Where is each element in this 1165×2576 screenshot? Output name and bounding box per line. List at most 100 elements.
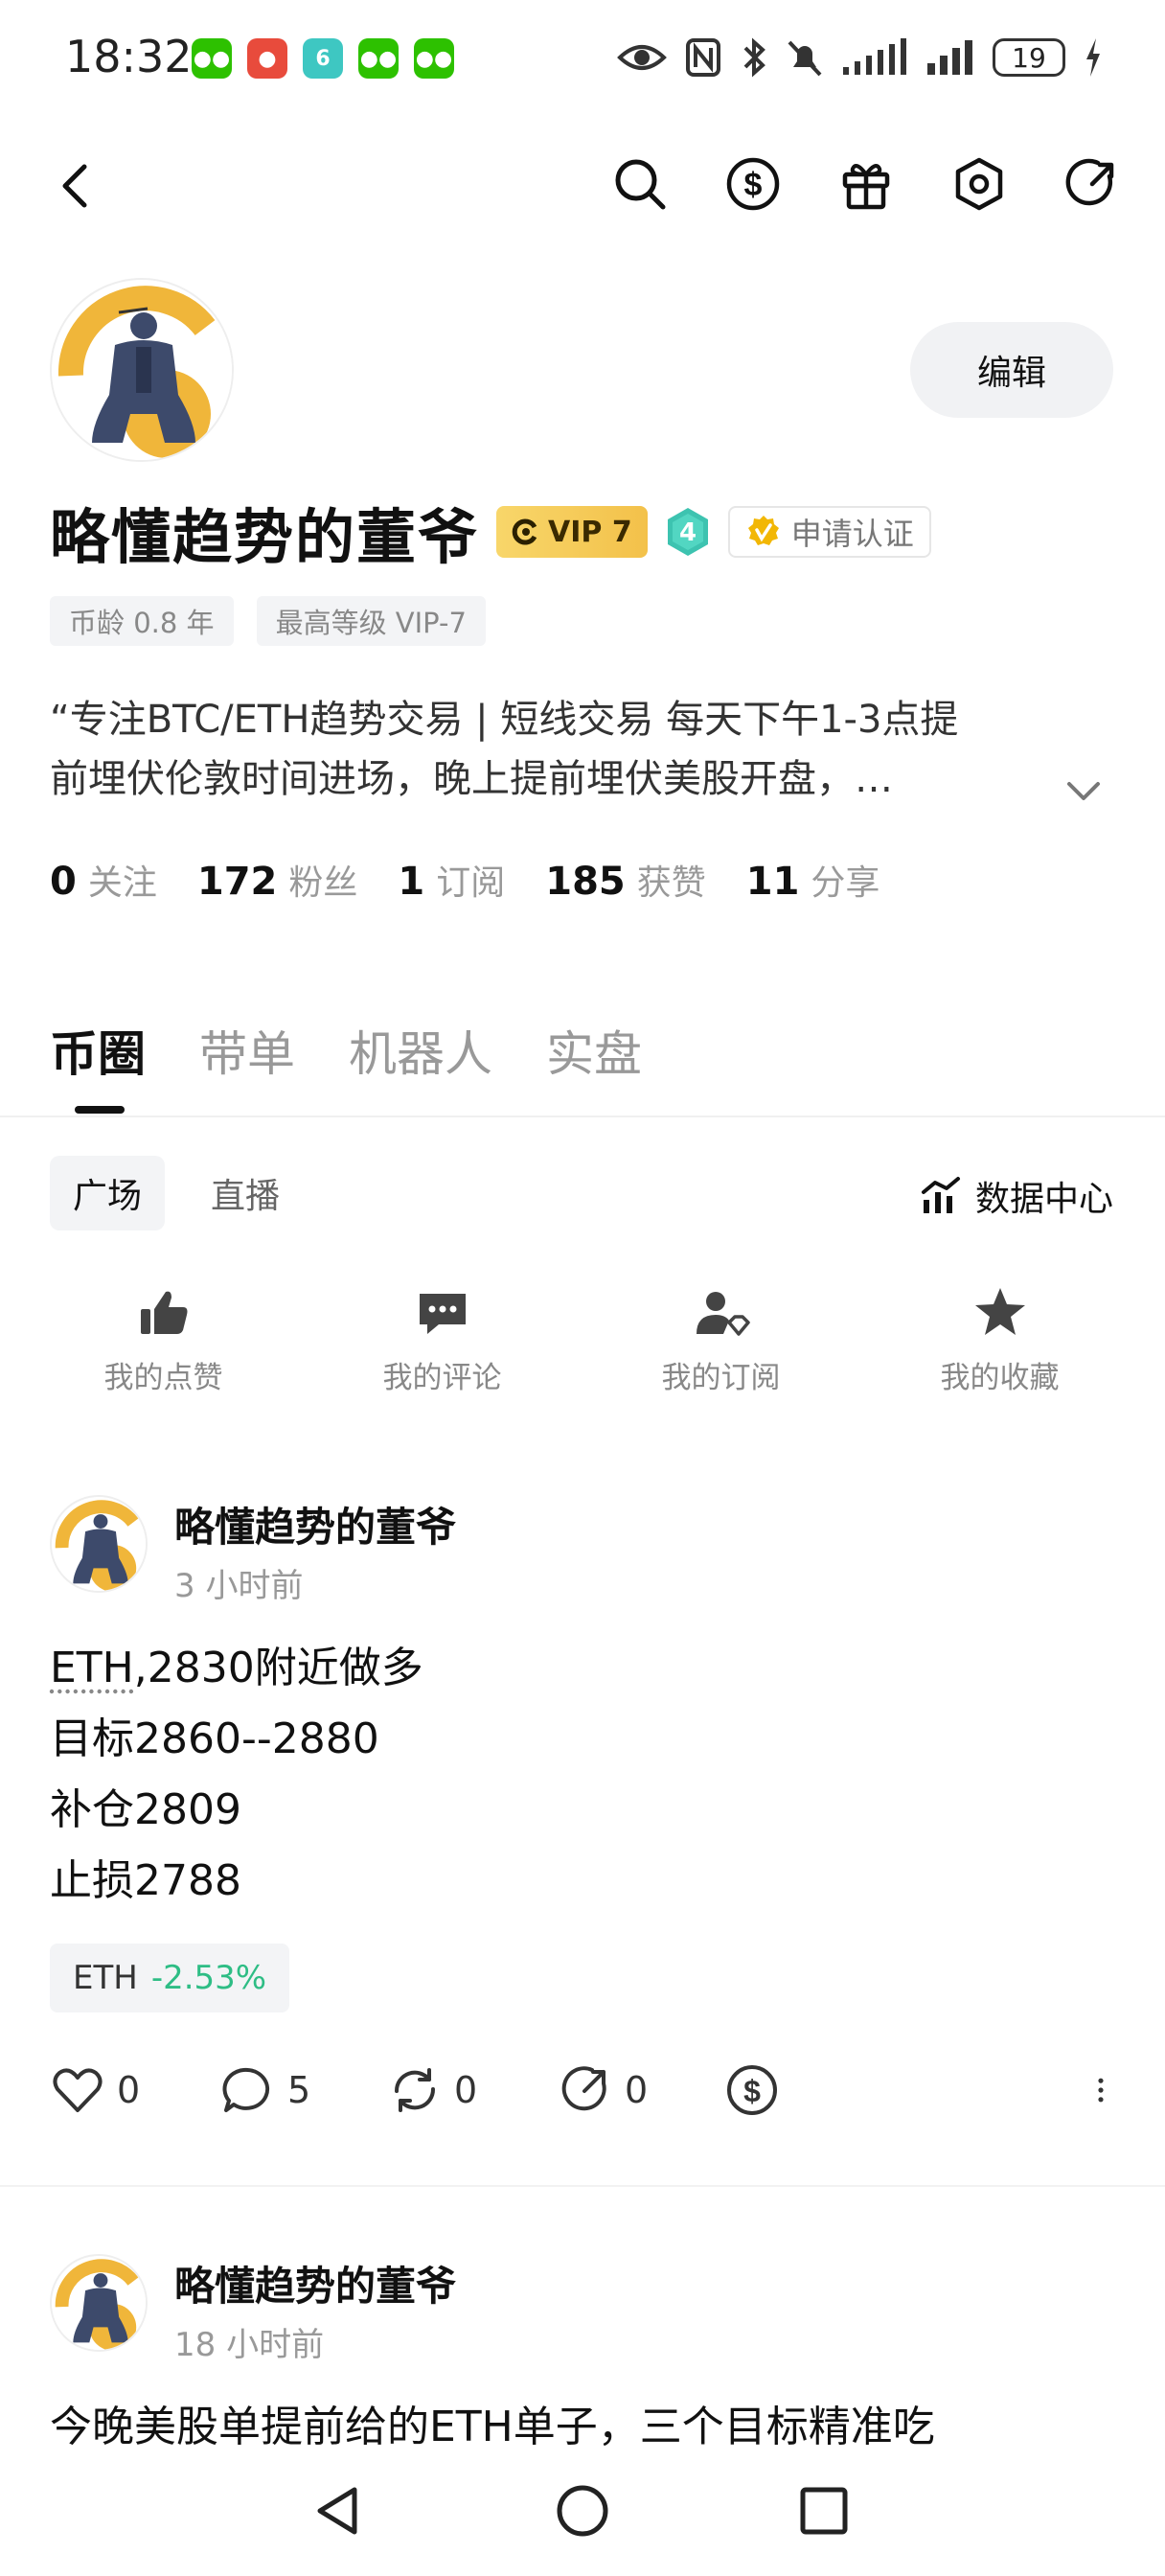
signal-icon [843,38,906,75]
app-icon: ● [247,38,287,79]
quick-label: 我的点赞 [103,1361,223,1395]
post-author[interactable]: 略懂趋势的董爷 [174,2254,456,2312]
battery-icon: 19 [993,38,1065,77]
top-actions: $ [611,155,1121,213]
nav-home-icon[interactable] [552,2480,613,2542]
notification-icons: ●● ● 6 ●● ●● [192,38,454,79]
quick-label: 我的订阅 [661,1361,781,1395]
tab-live[interactable]: 直播 [188,1156,303,1230]
wechat-icon: ●● [414,38,454,79]
wechat-icon: ●● [192,38,232,79]
stat-subscriptions[interactable]: 1 订阅 [398,855,505,905]
top-bar: $ [0,144,1165,230]
my-comments-button[interactable]: 我的评论 [303,1284,582,1396]
mute-bell-icon [788,40,822,77]
profile-name: 略懂趋势的董爷 [50,502,480,572]
stat-number: 172 [196,860,278,904]
stat-label: 获赞 [636,863,706,903]
more-options-button[interactable] [1086,2062,1115,2118]
dollar-coin-icon[interactable]: $ [724,155,782,213]
avatar-image [52,1497,146,1591]
nav-recents-icon[interactable] [793,2480,855,2542]
status-time: 18:32 [65,31,193,82]
settings-icon[interactable] [950,155,1008,213]
tab-live-account[interactable]: 实盘 [546,1016,642,1114]
eye-icon [617,45,667,70]
stat-followers[interactable]: 172 粉丝 [197,855,358,905]
sub-tabs: 广场 直播 [50,1156,303,1230]
my-subscriptions-button[interactable]: 我的订阅 [582,1284,860,1396]
profile-avatar[interactable] [50,278,234,462]
search-icon[interactable] [611,155,669,213]
level-number: 4 [679,518,697,547]
repost-button[interactable]: 0 [387,2062,477,2118]
comment-button[interactable]: 5 [220,2062,310,2118]
nfc-icon [686,38,720,77]
stat-number: 185 [545,860,626,904]
coin-link[interactable]: ETH [50,1644,134,1692]
comment-icon [419,1294,466,1334]
stat-number: 0 [50,860,77,904]
coin-age-tag: 币龄 0.8 年 [50,596,234,646]
more-vertical-icon [1098,2078,1104,2103]
back-arrow-icon[interactable] [52,159,105,213]
stat-following[interactable]: 0 关注 [50,855,157,905]
post-actions: 0 5 0 0 $ [50,2062,1115,2129]
my-likes-button[interactable]: 我的点赞 [24,1284,303,1396]
stat-label: 关注 [87,863,157,903]
tab-bots[interactable]: 机器人 [349,1016,492,1114]
post-avatar[interactable] [50,2254,148,2352]
coin-ticker-chip[interactable]: ETH -2.53% [50,1944,290,2012]
post-divider [0,2185,1165,2187]
profile-tags: 币龄 0.8 年 最高等级 VIP-7 [50,596,486,646]
post-line: 止损2788 [50,1856,241,1905]
vip-badge[interactable]: VIP 7 [496,506,648,558]
bio-line: 前埋伏伦敦时间进场，晚上提前埋伏美股开盘，… [50,757,893,801]
like-button[interactable]: 0 [50,2062,140,2118]
nav-back-icon[interactable] [308,2480,370,2542]
status-bar: 18:32 ●● ● 6 ●● ●● 19 [0,0,1165,115]
level-hex-icon: 4 [667,508,708,556]
comment-bubble-icon [222,2067,270,2112]
verify-label: 申请认证 [790,516,914,552]
gift-icon[interactable] [837,155,895,213]
my-favorites-button[interactable]: 我的收藏 [860,1284,1139,1396]
quick-label: 我的收藏 [940,1361,1060,1395]
profile-bio[interactable]: “专注BTC/ETH趋势交易 | 短线交易 每天下午1-3点提 前埋伏伦敦时间进… [50,690,1075,809]
tip-button[interactable]: $ [724,2062,780,2118]
repost-icon [394,2068,436,2112]
post-avatar[interactable] [50,1495,148,1593]
user-diamond-icon [696,1292,750,1336]
post-line: 今晚美股单提前给的ETH单子，三个目标精准吃 [50,2403,935,2451]
coin-name: ETH [73,1959,138,1997]
avatar-image [52,280,232,460]
share-icon[interactable] [1063,155,1121,213]
tab-crypto[interactable]: 币圈 [50,1016,146,1114]
avatar-image [52,2256,146,2350]
post-author[interactable]: 略懂趋势的董爷 [174,1495,456,1553]
profile-name-row: 略懂趋势的董爷 VIP 7 4 申请认证 [50,489,931,575]
edit-profile-button[interactable]: 编辑 [910,322,1113,418]
thumbs-up-icon [140,1291,187,1334]
share-button[interactable]: 0 [558,2062,648,2118]
post-content[interactable]: 今晚美股单提前给的ETH单子，三个目标精准吃 [50,2392,935,2463]
main-tabs: 币圈 带单 机器人 实盘 [50,1016,642,1114]
post-time: 18 小时前 [174,2326,325,2364]
post-content[interactable]: ETH,2830附近做多 目标2860--2880 补仓2809 止损2788 [50,1633,423,1917]
stat-label: 分享 [811,863,880,903]
tab-square[interactable]: 广场 [50,1156,166,1230]
repost-count: 0 [454,2069,478,2111]
verify-button[interactable]: 申请认证 [727,506,931,558]
charging-icon [1086,38,1100,77]
level-badge[interactable]: 4 [665,506,711,558]
svg-text:$: $ [743,2074,761,2108]
stat-likes[interactable]: 185 获赞 [545,855,706,905]
feather-icon: 6 [303,38,343,79]
wechat-icon: ●● [358,38,399,79]
vip-logo-icon [512,518,537,545]
post-time: 3 小时前 [174,1567,304,1605]
tab-copy-trading[interactable]: 带单 [199,1016,295,1114]
data-center-link[interactable]: 数据中心 [920,1171,1113,1221]
chevron-down-icon[interactable] [1060,767,1108,815]
stat-shares[interactable]: 11 分享 [746,855,880,905]
